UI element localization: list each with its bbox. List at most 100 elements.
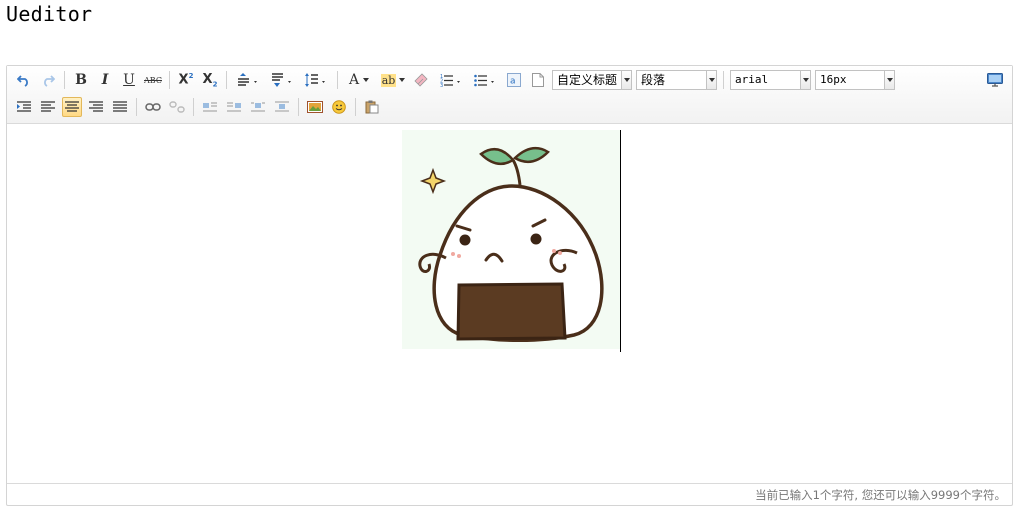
image-none-button[interactable] xyxy=(248,97,268,117)
paragraph-select[interactable]: 段落 xyxy=(636,70,717,90)
emotion-button[interactable] xyxy=(329,97,349,117)
align-left-icon xyxy=(41,101,55,112)
underline-icon: U xyxy=(123,72,135,88)
eraser-icon xyxy=(414,73,428,87)
toolbar-separator xyxy=(355,98,356,116)
image-float-right-button[interactable] xyxy=(224,97,244,117)
toolbar-separator xyxy=(723,71,724,89)
page-icon xyxy=(532,73,544,87)
unordered-list-button[interactable] xyxy=(470,70,500,90)
image-float-left-icon xyxy=(203,102,217,112)
editor-content-area[interactable] xyxy=(7,124,1012,482)
image-none-icon xyxy=(251,102,265,112)
paragraph-value: 段落 xyxy=(641,73,666,87)
editor-toolbar: B I U ABC X2 X2 A ab 1 2 3 a 自定义标题 段落 ar… xyxy=(7,66,1012,124)
align-justify-icon xyxy=(113,101,127,112)
text-cursor xyxy=(620,130,621,352)
redo-icon xyxy=(44,75,55,87)
custom-heading-select[interactable]: 自定义标题 xyxy=(552,70,632,90)
redo-button[interactable] xyxy=(38,70,58,90)
font-family-select[interactable]: arial xyxy=(730,70,811,90)
rich-text-editor: B I U ABC X2 X2 A ab 1 2 3 a 自定义标题 段落 ar… xyxy=(6,65,1013,506)
smiley-icon xyxy=(332,100,346,114)
font-size-value: 16px xyxy=(820,73,847,86)
unordered-list-icon xyxy=(474,74,494,87)
indent-button[interactable] xyxy=(14,97,34,117)
align-justify-button[interactable] xyxy=(110,97,130,117)
italic-icon: I xyxy=(101,72,109,88)
font-color-button[interactable]: A xyxy=(344,70,374,90)
row-spacing-top-button[interactable] xyxy=(233,70,263,90)
bold-icon: B xyxy=(75,72,87,88)
insert-link-button[interactable] xyxy=(143,97,163,117)
align-center-button[interactable] xyxy=(62,97,82,117)
image-center-button[interactable] xyxy=(272,97,292,117)
fullscreen-button[interactable] xyxy=(985,70,1005,90)
superscript-button[interactable]: X2 xyxy=(176,70,196,90)
underline-button[interactable]: U xyxy=(119,70,139,90)
align-center-icon xyxy=(65,101,79,112)
toolbar-separator xyxy=(136,98,137,116)
link-icon xyxy=(145,103,161,111)
row-spacing-bottom-button[interactable] xyxy=(267,70,297,90)
page-break-button[interactable] xyxy=(528,70,548,90)
content-image[interactable] xyxy=(402,130,621,349)
subscript-button[interactable]: X2 xyxy=(200,70,220,90)
insert-anchor-button[interactable]: a xyxy=(504,70,524,90)
align-left-button[interactable] xyxy=(38,97,58,117)
strikethrough-icon: ABC xyxy=(144,75,162,85)
line-height-icon xyxy=(305,73,325,87)
chevron-down-icon xyxy=(884,71,894,89)
toolbar-separator xyxy=(64,71,65,89)
page-title: Ueditor xyxy=(6,2,93,26)
align-right-button[interactable] xyxy=(86,97,106,117)
undo-button[interactable] xyxy=(14,70,34,90)
font-size-select[interactable]: 16px xyxy=(815,70,895,90)
monitor-icon xyxy=(987,73,1003,87)
highlight-icon: ab xyxy=(380,73,406,87)
line-height-button[interactable] xyxy=(301,70,331,90)
clear-format-button[interactable] xyxy=(412,70,432,90)
custom-heading-value: 自定义标题 xyxy=(557,73,618,87)
toolbar-separator xyxy=(337,71,338,89)
subscript-icon: X2 xyxy=(202,71,218,89)
superscript-icon: X2 xyxy=(178,72,194,88)
toolbar-separator xyxy=(298,98,299,116)
toolbar-separator xyxy=(226,71,227,89)
font-color-icon: A xyxy=(349,72,370,88)
chevron-down-icon xyxy=(621,71,631,89)
insert-image-button[interactable] xyxy=(305,97,325,117)
align-right-icon xyxy=(89,101,103,112)
chevron-down-icon xyxy=(800,71,810,89)
toolbar-row-1: B I U ABC X2 X2 A ab 1 2 3 a 自定义标题 段落 ar… xyxy=(12,69,897,91)
image-center-icon xyxy=(275,101,289,112)
toolbar-row-2 xyxy=(12,96,384,118)
font-family-value: arial xyxy=(735,73,769,86)
bold-button[interactable]: B xyxy=(71,70,91,90)
unlink-button[interactable] xyxy=(167,97,187,117)
image-icon xyxy=(307,101,323,113)
toolbar-separator xyxy=(193,98,194,116)
image-float-right-icon xyxy=(227,102,241,112)
undo-icon xyxy=(17,75,28,87)
svg-text:3: 3 xyxy=(440,83,443,88)
image-float-left-button[interactable] xyxy=(200,97,220,117)
ordered-list-icon: 123 xyxy=(440,74,460,88)
toolbar-separator xyxy=(169,71,170,89)
row-spacing-icon xyxy=(238,73,257,86)
row-spacing-bottom-icon xyxy=(272,73,291,87)
svg-text:a: a xyxy=(510,77,516,87)
clipboard-icon xyxy=(365,100,379,114)
word-count-text: 当前已输入1个字符, 您还可以输入9999个字符。 xyxy=(755,487,1006,502)
onigiri-sprout-image xyxy=(402,130,621,349)
indent-icon xyxy=(17,101,31,112)
ordered-list-button[interactable]: 123 xyxy=(436,70,466,90)
anchor-icon: a xyxy=(507,73,521,87)
paste-plain-button[interactable] xyxy=(362,97,382,117)
unlink-icon xyxy=(169,101,185,113)
chevron-down-icon xyxy=(706,71,716,89)
italic-button[interactable]: I xyxy=(95,70,115,90)
strikethrough-button[interactable]: ABC xyxy=(143,70,163,90)
highlight-color-button[interactable]: ab xyxy=(378,70,408,90)
editor-statusbar: 当前已输入1个字符, 您还可以输入9999个字符。 xyxy=(7,483,1012,505)
